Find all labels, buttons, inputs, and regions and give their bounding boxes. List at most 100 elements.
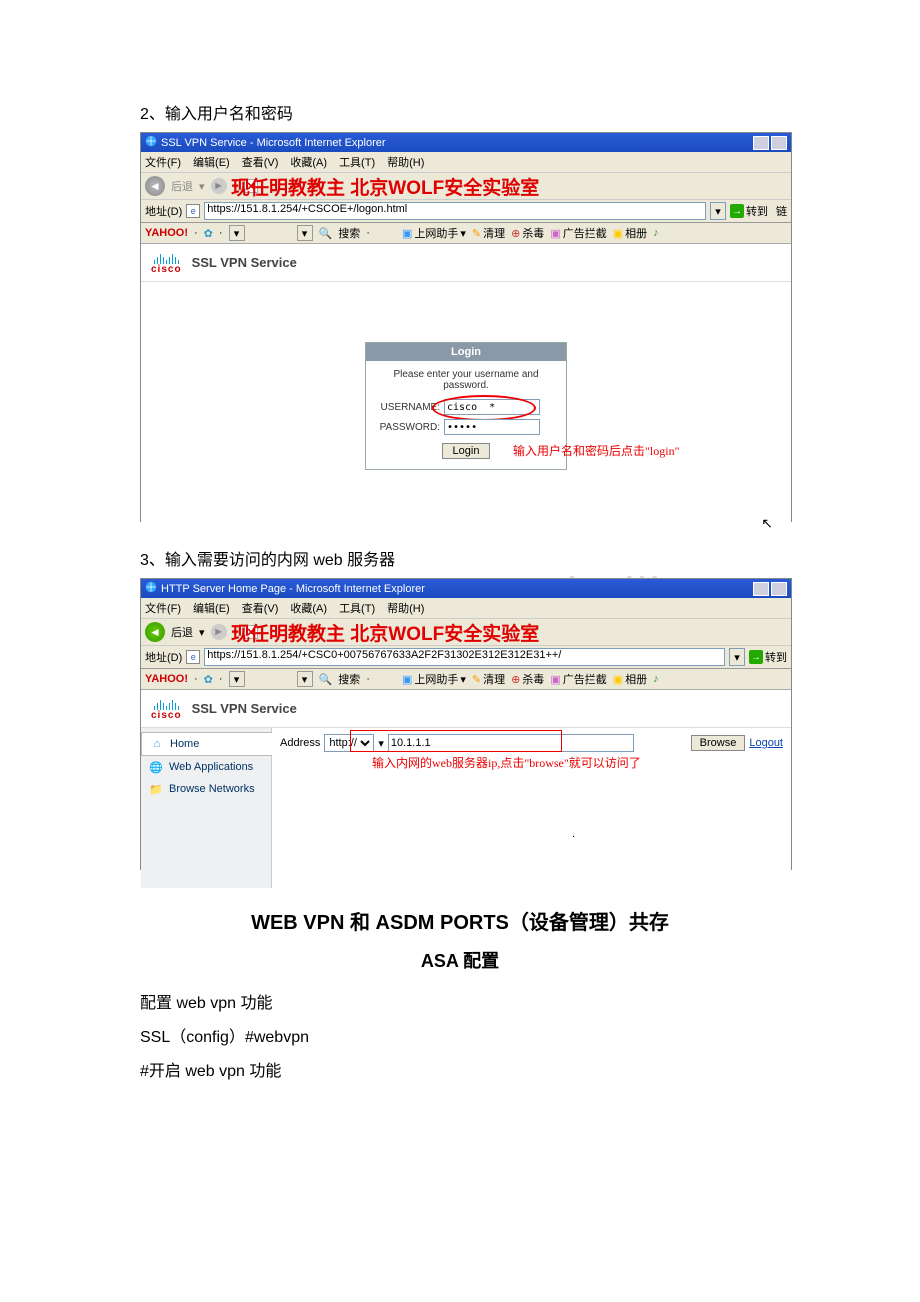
toolbar-clean[interactable]: ✎清理 — [472, 671, 505, 687]
search-dropdown[interactable]: ▾ — [297, 225, 313, 241]
menu-file[interactable]: 文件(F) — [145, 154, 181, 170]
password-input[interactable] — [444, 419, 540, 435]
menu-view[interactable]: 查看(V) — [242, 600, 279, 616]
ip-input[interactable] — [388, 734, 634, 752]
maximize-button[interactable] — [771, 136, 787, 150]
ie-icon — [145, 581, 157, 596]
menu-view[interactable]: 查看(V) — [242, 154, 279, 170]
menu-file[interactable]: 文件(F) — [145, 600, 181, 616]
search-dropdown[interactable]: ▾ — [297, 671, 313, 687]
address-dropdown[interactable]: ▾ — [729, 648, 745, 666]
address-label: 地址(D) — [145, 649, 182, 665]
addressbar: 地址(D) e https://151.8.1.254/+CSC0+007567… — [141, 646, 791, 669]
toolbar-antivirus[interactable]: ⊕杀毒 — [511, 671, 544, 687]
sidebar-item-label: Home — [170, 738, 199, 750]
window-title: HTTP Server Home Page - Microsoft Intern… — [161, 583, 425, 595]
menu-edit[interactable]: 编辑(E) — [193, 154, 230, 170]
toolbar-antivirus[interactable]: ⊕杀毒 — [511, 225, 544, 241]
back-label: 后退 — [171, 178, 193, 194]
menu-tools[interactable]: 工具(T) — [339, 600, 375, 616]
password-label: PASSWORD: — [378, 422, 440, 433]
page-icon: e — [186, 204, 200, 218]
step3-label: 3、输入需要访问的内网 web 服务器 — [140, 546, 780, 570]
music-icon[interactable]: ♪ — [653, 227, 659, 239]
titlebar: SSL VPN Service - Microsoft Internet Exp… — [141, 133, 791, 152]
cisco-logo: cisco — [151, 250, 182, 275]
toolbar-assistant[interactable]: ▣上网助手▾ — [402, 671, 466, 687]
doc-subtitle: ASA 配置 — [140, 947, 780, 973]
go-icon: → — [730, 204, 744, 218]
watermark-text: 现任明教教主 北京WOLF安全实验室 — [231, 619, 539, 646]
menubar: 文件(F) 编辑(E) 查看(V) 收藏(A) 工具(T) 帮助(H) — [141, 598, 791, 619]
back-button[interactable]: ◄ — [145, 622, 165, 642]
menu-tools[interactable]: 工具(T) — [339, 154, 375, 170]
login-button[interactable]: Login — [442, 443, 491, 459]
cisco-text: cisco — [151, 710, 182, 721]
forward-button[interactable]: ► — [211, 178, 227, 194]
dot: · — [194, 227, 198, 239]
navbar: ◄ 后退 ▾ ► ▾ ✕ 现任明教教主 北京WOLF安全实验室 — [141, 619, 791, 646]
yahoo-toolbar: YAHOO! · ✿ · ▾ ▾ 🔍 搜索 · ▣上网助手▾ ✎清理 ⊕杀毒 ▣… — [141, 669, 791, 690]
stop-icon[interactable]: ✕ — [244, 625, 258, 639]
toolbar-adblock[interactable]: ▣广告拦截 — [550, 225, 606, 241]
search-icon: 🔍 — [319, 673, 333, 686]
ie-window-2: HTTP Server Home Page - Microsoft Intern… — [140, 578, 792, 870]
username-label: USERNAME: — [378, 402, 440, 413]
toolbar-adblock[interactable]: ▣广告拦截 — [550, 671, 606, 687]
sidebar-item-browse[interactable]: 📁 Browse Networks — [141, 778, 271, 800]
yahoo-dropdown[interactable]: ▾ — [229, 225, 245, 241]
browse-button[interactable]: Browse — [691, 735, 746, 751]
logout-link[interactable]: Logout — [749, 737, 783, 749]
cisco-header: cisco SSL VPN Service — [141, 690, 791, 728]
address-label: 地址(D) — [145, 203, 182, 219]
home-icon: ⌂ — [150, 737, 164, 751]
go-label: 转到 — [765, 649, 787, 665]
address-label: Address — [280, 737, 320, 749]
maximize-button[interactable] — [771, 582, 787, 596]
login-prompt: Please enter your username and password. — [378, 369, 554, 391]
menu-fav[interactable]: 收藏(A) — [290, 154, 327, 170]
navbar: ◄ 后退 ▾ ► ▾ ✕ 现任明教教主 北京WOLF安全实验室 — [141, 173, 791, 200]
minimize-button[interactable] — [753, 136, 769, 150]
go-label: 转到 — [746, 203, 768, 219]
doc-line-3: #开启 web vpn 功能 — [140, 1057, 780, 1081]
username-input[interactable] — [444, 399, 540, 415]
sidebar-item-webapps[interactable]: 🌐 Web Applications — [141, 756, 271, 778]
sidebar-item-label: Web Applications — [169, 761, 253, 773]
menu-help[interactable]: 帮助(H) — [387, 154, 424, 170]
address-input[interactable]: https://151.8.1.254/+CSC0+00756767633A2F… — [204, 648, 725, 666]
toolbar-assistant[interactable]: ▣上网助手▾ — [402, 225, 466, 241]
menu-help[interactable]: 帮助(H) — [387, 600, 424, 616]
username-row: USERNAME: — [378, 399, 554, 415]
annotation-browse: 输入内网的web服务器ip,点击"browse"就可以访问了 — [372, 754, 641, 771]
ie-window-1: SSL VPN Service - Microsoft Internet Exp… — [140, 132, 792, 522]
scheme-select[interactable]: http:// — [324, 734, 374, 752]
address-dropdown[interactable]: ▾ — [710, 202, 726, 220]
menubar: 文件(F) 编辑(E) 查看(V) 收藏(A) 工具(T) 帮助(H) — [141, 152, 791, 173]
music-icon[interactable]: ♪ — [653, 673, 659, 685]
menu-fav[interactable]: 收藏(A) — [290, 600, 327, 616]
dot: · — [366, 227, 370, 239]
go-icon: → — [749, 650, 763, 664]
scheme-dropdown-icon: ▾ — [378, 737, 384, 750]
toolbar-clean[interactable]: ✎清理 — [472, 225, 505, 241]
cisco-logo: cisco — [151, 696, 182, 721]
forward-button[interactable]: ► — [211, 624, 227, 640]
sidebar-item-home[interactable]: ⌂ Home — [141, 732, 272, 756]
address-input[interactable]: https://151.8.1.254/+CSCOE+/logon.html — [204, 202, 706, 220]
main-pane: Address http:// ▾ Browse Logout 输入内网的web… — [272, 728, 791, 888]
window-title: SSL VPN Service - Microsoft Internet Exp… — [161, 137, 386, 149]
password-row: PASSWORD: — [378, 419, 554, 435]
content-area: cisco SSL VPN Service Login Please enter… — [141, 244, 791, 544]
dot-artifact: . — [572, 828, 575, 840]
minimize-button[interactable] — [753, 582, 769, 596]
yahoo-dropdown[interactable]: ▾ — [229, 671, 245, 687]
go-button[interactable]: → 转到 — [749, 649, 787, 665]
menu-edit[interactable]: 编辑(E) — [193, 600, 230, 616]
go-button[interactable]: → 转到 — [730, 203, 768, 219]
toolbar-album[interactable]: ▣相册 — [613, 225, 647, 241]
toolbar-album[interactable]: ▣相册 — [613, 671, 647, 687]
stop-icon[interactable]: ✕ — [244, 179, 258, 193]
back-button[interactable]: ◄ — [145, 176, 165, 196]
star-icon: ✿ — [204, 673, 213, 686]
